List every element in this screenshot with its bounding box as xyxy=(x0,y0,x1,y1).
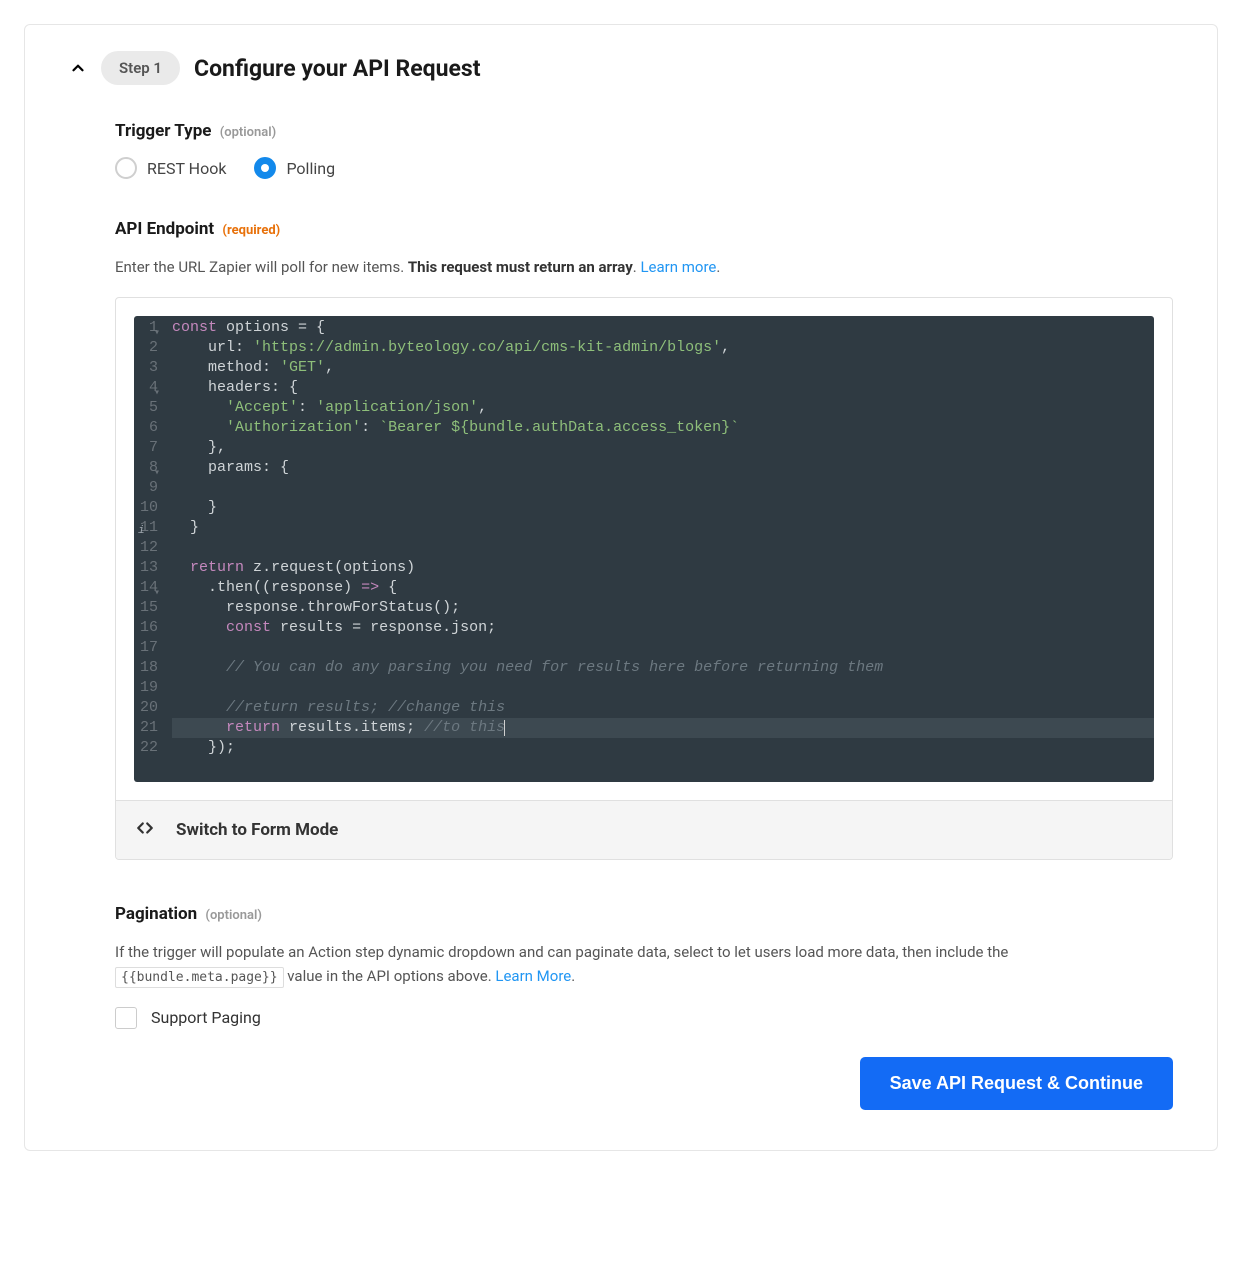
switch-form-mode-button[interactable]: Switch to Form Mode xyxy=(116,800,1172,859)
switch-form-mode-label: Switch to Form Mode xyxy=(176,820,338,840)
pagination-description: If the trigger will populate an Action s… xyxy=(115,940,1173,989)
code-body[interactable]: const options = { url: 'https://admin.by… xyxy=(166,316,1154,758)
optional-badge: (optional) xyxy=(205,908,261,923)
radio-icon xyxy=(254,157,276,179)
optional-badge: (optional) xyxy=(220,125,276,140)
code-gutter: 1▾234▾5678▾91011i121314▾1516171819202122 xyxy=(134,316,166,758)
api-endpoint-section: API Endpoint (required) Enter the URL Za… xyxy=(115,219,1173,860)
footer-row: Save API Request & Continue xyxy=(115,1057,1173,1110)
api-endpoint-label: API Endpoint (required) xyxy=(115,219,1173,239)
learn-more-link[interactable]: Learn more xyxy=(640,258,716,276)
step-card: Step 1 Configure your API Request Trigge… xyxy=(24,24,1218,1151)
radio-rest-hook[interactable]: REST Hook xyxy=(115,157,226,179)
step-header: Step 1 Configure your API Request xyxy=(69,51,1173,85)
trigger-type-label: Trigger Type (optional) xyxy=(115,121,1173,141)
page-title: Configure your API Request xyxy=(194,55,480,82)
pagination-label: Pagination (optional) xyxy=(115,904,1173,924)
support-paging-checkbox[interactable] xyxy=(115,1007,137,1029)
radio-icon xyxy=(115,157,137,179)
radio-polling-label: Polling xyxy=(286,159,335,178)
chevron-up-icon[interactable] xyxy=(69,59,87,77)
radio-polling[interactable]: Polling xyxy=(254,157,335,179)
learn-more-link[interactable]: Learn More xyxy=(495,967,571,985)
api-endpoint-description: Enter the URL Zapier will poll for new i… xyxy=(115,255,1173,279)
radio-rest-hook-label: REST Hook xyxy=(147,159,226,178)
save-button[interactable]: Save API Request & Continue xyxy=(860,1057,1173,1110)
step-badge: Step 1 xyxy=(101,51,180,85)
trigger-type-section: Trigger Type (optional) REST Hook Pollin… xyxy=(115,121,1173,179)
pagination-section: Pagination (optional) If the trigger wil… xyxy=(115,904,1173,1029)
code-editor[interactable]: 1▾234▾5678▾91011i121314▾1516171819202122… xyxy=(134,316,1154,782)
support-paging-label: Support Paging xyxy=(151,1008,261,1027)
code-card: 1▾234▾5678▾91011i121314▾1516171819202122… xyxy=(115,297,1173,860)
required-badge: (required) xyxy=(222,223,280,238)
code-icon xyxy=(136,819,154,841)
inline-code: {{bundle.meta.page}} xyxy=(115,967,284,988)
